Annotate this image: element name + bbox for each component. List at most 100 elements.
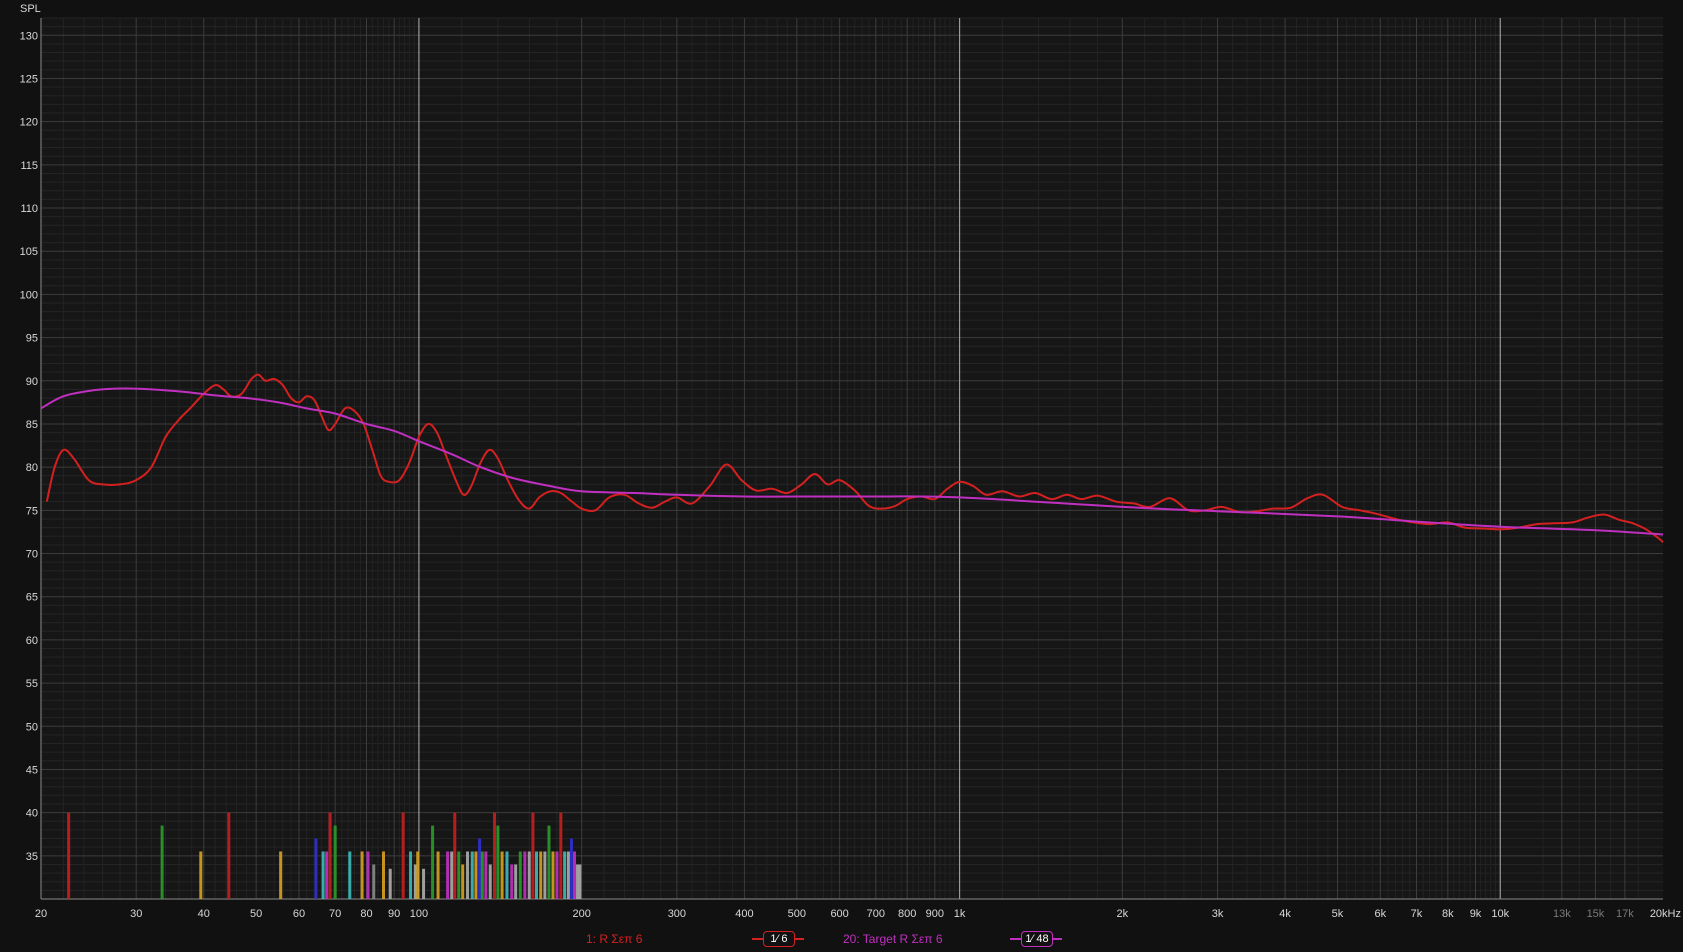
filter-bar [480, 851, 484, 899]
filter-bar [488, 864, 492, 899]
y-tick-label: 60 [26, 635, 38, 647]
y-tick-label: 110 [20, 203, 38, 215]
smoothing-label: 1⁄ 48 [1021, 931, 1053, 947]
filter-bar [505, 851, 509, 899]
filter-bar [314, 838, 318, 899]
x-tick-label: 8k [1442, 908, 1454, 920]
filter-bar [372, 864, 376, 899]
y-tick-label: 95 [26, 333, 38, 345]
y-tick-label: 55 [26, 678, 38, 690]
filter-bar [534, 851, 538, 899]
filter-bar [493, 812, 497, 899]
x-tick-label: 30 [130, 908, 142, 920]
filter-bar [470, 851, 474, 899]
filter-bar [436, 851, 440, 899]
y-tick-label: 40 [26, 808, 38, 820]
filter-bar [388, 868, 392, 899]
x-tick-label: 10k [1491, 908, 1509, 920]
frequency-response-chart[interactable]: 35 40 45 50 55 60 65 70 75 80 85 90 95 100 105 110 115 12… [0, 0, 1683, 926]
filter-bar [543, 851, 547, 899]
x-tick-label: 900 [926, 908, 944, 920]
filter-bar [518, 851, 522, 899]
x-tick-label: 4k [1279, 908, 1291, 920]
y-tick-label: 90 [26, 376, 38, 388]
legend-series-target[interactable]: 20: Target R Σεπ 6 [843, 932, 943, 946]
filter-bar [348, 851, 352, 899]
y-axis-title: SPL [20, 3, 41, 15]
filter-bar [573, 851, 577, 899]
y-tick-label: 130 [20, 30, 38, 42]
filter-bar [461, 864, 465, 899]
y-tick-label: 125 [20, 73, 38, 85]
filter-bar [446, 851, 450, 899]
x-tick-label: 40 [198, 908, 210, 920]
filter-bar [422, 868, 426, 899]
filter-bar [555, 851, 559, 899]
x-tick-label: 50 [250, 908, 262, 920]
filter-bar [227, 812, 231, 899]
x-tick-label: 500 [788, 908, 806, 920]
y-tick-label: 80 [26, 462, 38, 474]
filter-bar [514, 864, 518, 899]
y-tick-label: 100 [20, 289, 38, 301]
filter-bar [563, 851, 567, 899]
filter-bar [381, 851, 385, 899]
filter-bar [547, 825, 551, 899]
y-tick-label: 45 [26, 764, 38, 776]
filter-bar [527, 851, 531, 899]
x-tick-label: 90 [388, 908, 400, 920]
filter-bar [409, 851, 413, 899]
filter-bar [199, 851, 203, 899]
filter-bar [578, 864, 582, 899]
y-tick-label: 65 [26, 592, 38, 604]
x-tick-label: 60 [293, 908, 305, 920]
x-tick-label: 5k [1332, 908, 1344, 920]
y-tick-label: 85 [26, 419, 38, 431]
filter-bar [523, 851, 527, 899]
x-tick-label: 80 [360, 908, 372, 920]
x-tick-label: 20 [35, 908, 47, 920]
legend-bar: 1: R Σεπ 6 1⁄ 6 20: Target R Σεπ 6 1⁄ 48 [0, 926, 1683, 952]
filter-bar [450, 851, 454, 899]
filter-bar [466, 851, 470, 899]
filter-bar [478, 838, 482, 899]
x-tick-label: 300 [668, 908, 686, 920]
x-tick-label: 6k [1374, 908, 1386, 920]
smoothing-badge-measurement[interactable]: 1⁄ 6 [752, 931, 804, 947]
smoothing-label: 1⁄ 6 [763, 931, 795, 947]
x-tick-label: 20kHz [1650, 908, 1681, 920]
x-tick-label: 13k [1553, 908, 1571, 920]
x-tick-label: 17k [1616, 908, 1634, 920]
filter-bar [279, 851, 283, 899]
filter-bar [539, 851, 543, 899]
filter-bar [496, 825, 500, 899]
y-tick-label: 120 [20, 117, 38, 129]
y-tick-label: 35 [26, 851, 38, 863]
filter-bar [484, 851, 488, 899]
x-tick-label: 7k [1411, 908, 1423, 920]
filter-bar [453, 812, 457, 899]
filter-bar [559, 812, 563, 899]
x-tick-label: 3k [1212, 908, 1224, 920]
x-tick-label: 100 [410, 908, 428, 920]
y-tick-label: 115 [20, 160, 38, 172]
filter-bar [569, 838, 573, 899]
filter-bar [325, 851, 329, 899]
x-tick-label: 800 [898, 908, 916, 920]
filter-bar [474, 851, 478, 899]
x-tick-label: 15k [1587, 908, 1605, 920]
x-tick-label: 2k [1117, 908, 1129, 920]
legend-series-measurement[interactable]: 1: R Σεπ 6 [586, 932, 642, 946]
x-tick-label: 700 [867, 908, 885, 920]
filter-bar [566, 851, 570, 899]
filter-bar [510, 864, 514, 899]
filter-bar [531, 812, 535, 899]
smoothing-badge-target[interactable]: 1⁄ 48 [1010, 931, 1062, 947]
y-tick-label: 50 [26, 721, 38, 733]
x-tick-label: 600 [830, 908, 848, 920]
filter-bar [431, 825, 435, 899]
x-tick-label: 9k [1470, 908, 1482, 920]
x-tick-label: 200 [572, 908, 590, 920]
filter-bar [551, 851, 555, 899]
filter-bar [160, 825, 164, 899]
